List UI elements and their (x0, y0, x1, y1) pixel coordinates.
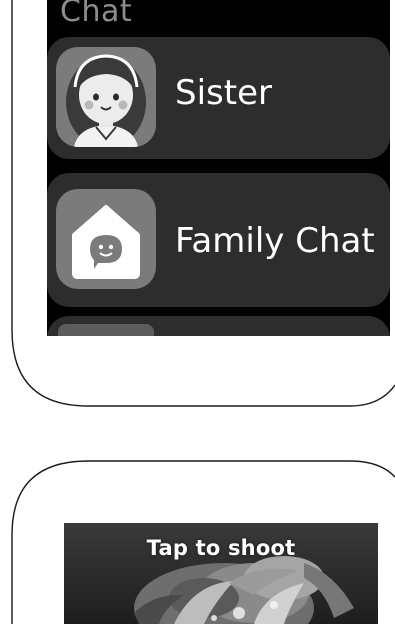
chat-item-label: Family Chat (175, 221, 375, 261)
house-chat-icon (56, 189, 156, 289)
chat-screen-title: Chat (60, 0, 133, 29)
chat-list-screen: Chat Sister Family Chat (47, 0, 390, 336)
chat-item-family-chat[interactable]: Family Chat (47, 173, 390, 307)
girl-avatar-icon (56, 47, 156, 147)
chat-item-label: Sister (175, 73, 272, 113)
tap-to-shoot-label: Tap to shoot (146, 536, 296, 560)
partial-avatar-icon (58, 324, 154, 336)
camera-screen[interactable]: Tap to shoot (64, 523, 378, 624)
page: Chat Sister Family Chat Tap to shoot (0, 0, 395, 624)
chat-item-partial[interactable] (47, 316, 390, 336)
chat-item-sister[interactable]: Sister (47, 37, 390, 159)
